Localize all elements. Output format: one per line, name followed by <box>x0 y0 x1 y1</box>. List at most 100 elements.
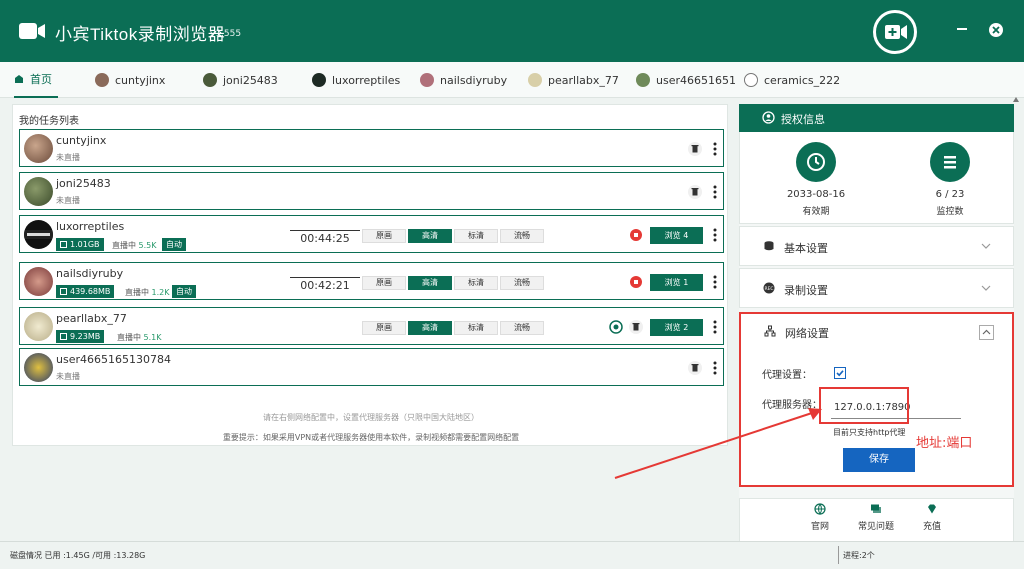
tab-label: ceramics_222 <box>764 73 841 87</box>
address-port-annotation: 地址:端口 <box>916 436 973 451</box>
auth-body: 2033-08-16 有效期 6 / 23 监控数 <box>739 132 1014 224</box>
settings-panel: 授权信息 2033-08-16 有效期 6 / 23 监控数 基本设置 REC … <box>739 104 1014 542</box>
section-title: 基本设置 <box>784 242 828 255</box>
tab-pearllabx[interactable]: pearllabx_77 <box>528 62 619 98</box>
scroll-up-icon[interactable] <box>1012 96 1020 104</box>
tab-label: luxorreptiles <box>332 73 401 87</box>
more-menu-icon[interactable] <box>712 184 718 200</box>
tab-joni25483[interactable]: joni25483 <box>203 62 278 98</box>
avatar <box>24 177 53 206</box>
file-size: 439.68MB <box>70 287 111 296</box>
panel-title: 我的任务列表 <box>19 116 79 127</box>
globe-icon <box>814 503 826 515</box>
avatar <box>744 73 758 87</box>
live-label: 直播中 5.5K <box>112 240 157 251</box>
quality-original-button[interactable]: 原画 <box>362 276 406 290</box>
more-menu-icon[interactable] <box>712 274 718 290</box>
expiry-circle <box>796 142 836 182</box>
disk-usage: 磁盘情况 已用 :1.45G /可用 :13.28G <box>10 551 146 560</box>
record-settings-section[interactable]: REC 录制设置 <box>739 268 1014 308</box>
bottom-links: 官网 常见问题 充值 <box>739 498 1014 542</box>
quality-hd-button[interactable]: 高清 <box>408 321 452 335</box>
task-row-nailsdiyruby[interactable]: nailsdiyruby 439.68MB 直播中 1.2K 自动 00:42:… <box>19 262 724 300</box>
quality-hd-button[interactable]: 高清 <box>408 276 452 290</box>
video-camera-icon <box>19 23 45 39</box>
quality-hd-button[interactable]: 高清 <box>408 229 452 243</box>
task-row-joni25483[interactable]: joni25483 未直播 <box>19 172 724 210</box>
auth-header: 授权信息 <box>739 104 1014 132</box>
browse-button[interactable]: 浏览 4 <box>650 227 703 244</box>
tab-user46651651[interactable]: user46651651 <box>636 62 736 98</box>
server-label: 代理服务器： <box>762 400 822 411</box>
delete-icon[interactable] <box>628 319 644 335</box>
tab-label: joni25483 <box>223 73 278 87</box>
recharge-link[interactable]: 充值 <box>902 503 962 532</box>
tab-luxorreptiles[interactable]: luxorreptiles <box>312 62 400 98</box>
app-title: 小宾Tiktok录制浏览器 <box>55 25 226 44</box>
task-name: joni25483 <box>56 177 111 190</box>
delete-icon[interactable] <box>687 184 703 200</box>
viewer-count: 5.5K <box>138 241 157 250</box>
task-name: user4665165130784 <box>56 353 171 366</box>
save-button[interactable]: 保存 <box>843 448 915 472</box>
basic-settings-section[interactable]: 基本设置 <box>739 226 1014 266</box>
quality-smooth-button[interactable]: 流畅 <box>500 321 544 335</box>
more-menu-icon[interactable] <box>712 319 718 335</box>
proxy-checkbox[interactable] <box>834 367 846 379</box>
section-title: 网络设置 <box>785 327 829 340</box>
auto-record-badge[interactable]: 自动 <box>172 285 196 298</box>
avatar <box>528 73 542 87</box>
highlight-box <box>819 387 909 424</box>
task-row-luxorreptiles[interactable]: luxorreptiles 1.01GB 直播中 5.5K 自动 00:44:2… <box>19 215 724 253</box>
avatar-logo-icon <box>24 230 53 239</box>
task-row-cuntyjinx[interactable]: cuntyjinx 未直播 <box>19 129 724 167</box>
task-row-user4665165130784[interactable]: user4665165130784 未直播 <box>19 348 724 386</box>
quality-original-button[interactable]: 原画 <box>362 229 406 243</box>
delete-icon[interactable] <box>687 360 703 376</box>
faq-link[interactable]: 常见问题 <box>846 503 906 532</box>
minimize-icon[interactable] <box>955 22 969 36</box>
collapse-button[interactable] <box>979 325 994 340</box>
quality-sd-button[interactable]: 标清 <box>454 276 498 290</box>
diamond-icon <box>928 504 936 514</box>
record-button[interactable] <box>873 10 917 54</box>
task-row-pearllabx[interactable]: pearllabx_77 9.23MB 直播中 5.1K 原画 高清 标清 流畅… <box>19 307 724 345</box>
disk-icon <box>60 241 67 248</box>
stop-record-icon[interactable] <box>628 274 644 290</box>
important-notice: 重要提示：如果采用VPN或者代理服务器使用本软件，录制视频都需要配置网络配置 <box>222 433 520 442</box>
quality-smooth-button[interactable]: 流畅 <box>500 276 544 290</box>
more-menu-icon[interactable] <box>712 227 718 243</box>
live-text: 直播中 <box>112 241 136 250</box>
link-label: 官网 <box>810 522 829 532</box>
process-count: 进程:2个 <box>843 551 875 560</box>
network-icon <box>764 325 776 337</box>
browse-button[interactable]: 浏览 1 <box>650 274 703 291</box>
browse-button[interactable]: 浏览 2 <box>650 319 703 336</box>
more-menu-icon[interactable] <box>712 141 718 157</box>
website-link[interactable]: 官网 <box>790 503 850 532</box>
quality-original-button[interactable]: 原画 <box>362 321 406 335</box>
tab-nailsdiyruby[interactable]: nailsdiyruby <box>420 62 507 98</box>
file-size: 1.01GB <box>70 240 100 249</box>
rec-icon: REC <box>763 282 775 294</box>
more-menu-icon[interactable] <box>712 360 718 376</box>
quality-sd-button[interactable]: 标清 <box>454 321 498 335</box>
close-icon[interactable] <box>988 22 1004 38</box>
tab-home[interactable]: 首页 <box>14 62 58 98</box>
proxy-hint: 请在右侧网络配置中，设置代理服务器（只限中国大陆地区） <box>263 413 479 422</box>
quality-sd-button[interactable]: 标清 <box>454 229 498 243</box>
user-circle-icon <box>762 111 775 124</box>
live-status: 未直播 <box>56 372 80 381</box>
tab-ceramics222[interactable]: ceramics_222 <box>744 62 840 98</box>
avatar <box>420 73 434 87</box>
avatar <box>95 73 109 87</box>
delete-icon[interactable] <box>687 141 703 157</box>
tab-cuntyjinx[interactable]: cuntyjinx <box>95 62 165 98</box>
tab-label: 首页 <box>30 73 52 86</box>
chat-icon <box>871 504 881 513</box>
quality-smooth-button[interactable]: 流畅 <box>500 229 544 243</box>
disk-icon <box>60 288 67 295</box>
stop-record-icon[interactable] <box>628 227 644 243</box>
record-target-icon[interactable] <box>608 319 624 335</box>
auto-record-badge[interactable]: 自动 <box>162 238 186 251</box>
